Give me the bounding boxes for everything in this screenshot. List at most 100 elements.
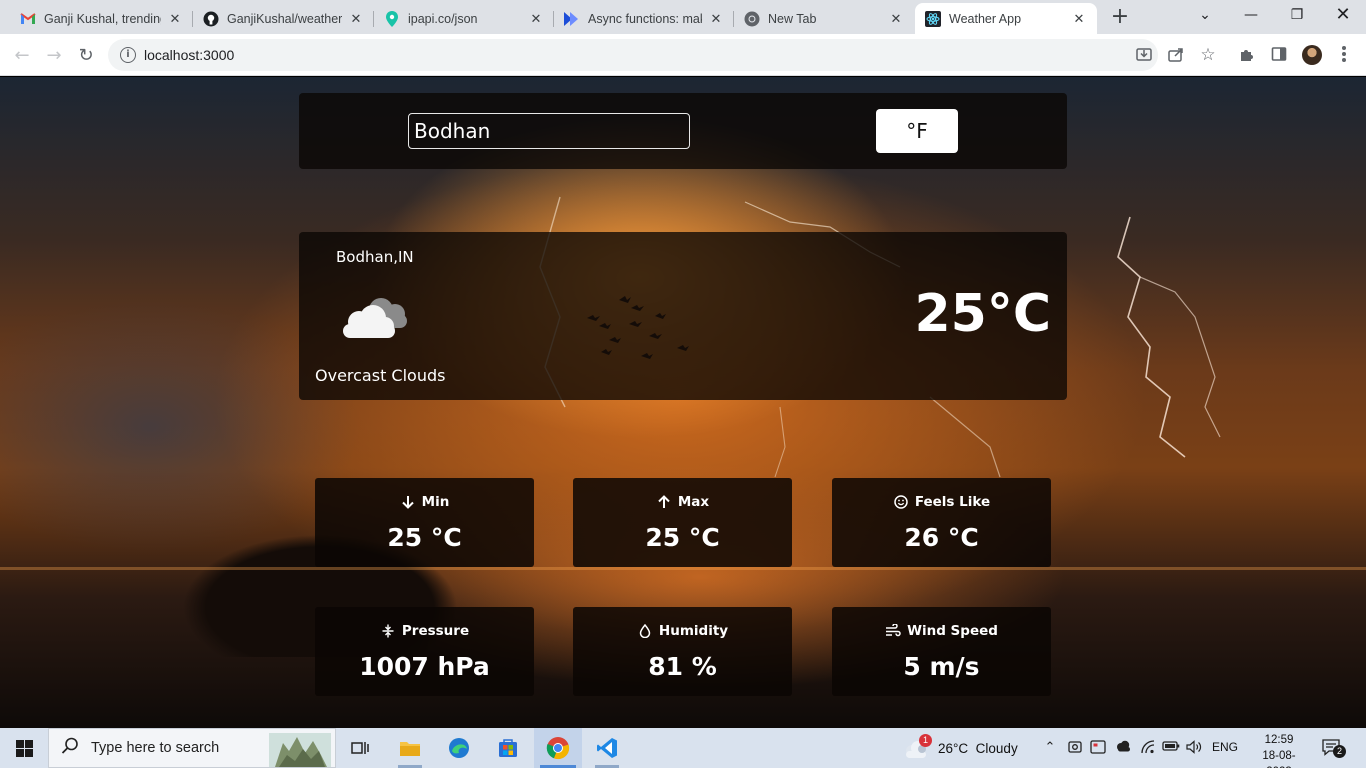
- share-icon[interactable]: [1167, 46, 1185, 64]
- search-panel: °F: [299, 93, 1067, 169]
- address-bar[interactable]: i localhost:3000: [108, 39, 1158, 71]
- camera-tray-icon[interactable]: [1067, 740, 1083, 756]
- close-window-button[interactable]: ✕: [1320, 0, 1366, 30]
- tab-ipapi[interactable]: ipapi.co/json ✕: [374, 3, 554, 34]
- stat-label-row: Pressure: [315, 623, 534, 639]
- show-hidden-icons-chevron-icon[interactable]: ⌃: [1042, 740, 1058, 756]
- notification-count-badge: 2: [1333, 745, 1346, 758]
- tab-new-tab[interactable]: New Tab ✕: [734, 3, 914, 34]
- edge-browser-icon[interactable]: [435, 728, 483, 768]
- tab-search-chevron-icon[interactable]: ⌄: [1182, 0, 1228, 30]
- tab-title: Ganji Kushal, trending: [44, 11, 161, 26]
- forward-arrow-icon[interactable]: →: [40, 42, 68, 70]
- close-icon[interactable]: ✕: [348, 11, 364, 27]
- tab-github[interactable]: GanjiKushal/weatherA ✕: [193, 3, 374, 34]
- close-icon[interactable]: ✕: [888, 11, 904, 27]
- location-label: Bodhan,IN: [336, 248, 414, 266]
- github-icon: [203, 11, 219, 27]
- tab-title: Weather App: [949, 11, 1022, 26]
- vscode-icon[interactable]: [583, 728, 631, 768]
- network-wifi-icon[interactable]: [1140, 740, 1156, 756]
- close-icon[interactable]: ✕: [167, 11, 183, 27]
- smile-icon: [893, 494, 909, 510]
- map-pin-icon: [384, 10, 400, 27]
- tab-title: New Tab: [768, 11, 817, 26]
- profile-avatar[interactable]: [1302, 45, 1322, 65]
- stat-label-row: Feels Like: [832, 494, 1051, 510]
- clock-date: 18-08-2023: [1262, 750, 1296, 768]
- reload-icon[interactable]: ↻: [72, 42, 100, 70]
- extensions-puzzle-icon[interactable]: [1238, 46, 1256, 64]
- pressure-icon: [380, 623, 396, 639]
- tab-gmail[interactable]: Ganji Kushal, trending ✕: [10, 3, 193, 34]
- restore-button[interactable]: ❐: [1274, 0, 1320, 30]
- search-highlight-art-icon: [269, 733, 331, 767]
- stat-value: 26 °C: [904, 523, 979, 552]
- stat-label: Pressure: [401, 623, 470, 639]
- microsoft-store-icon[interactable]: [484, 728, 532, 768]
- taskbar-weather-text: 26°C Cloudy: [938, 740, 1018, 756]
- stat-label-row: Humidity: [573, 623, 792, 639]
- language-indicator[interactable]: ENG: [1212, 740, 1238, 754]
- current-temperature: 25°C: [914, 284, 1051, 344]
- tab-weather-app[interactable]: Weather App ✕: [915, 3, 1097, 34]
- background-birds: [587, 296, 689, 359]
- more-menu-icon[interactable]: [1338, 44, 1350, 66]
- stat-label: Feels Like: [914, 494, 991, 510]
- windows-start-icon[interactable]: [0, 728, 48, 768]
- close-icon[interactable]: ✕: [528, 11, 544, 27]
- stat-label-row: Min: [315, 494, 534, 510]
- react-icon: [925, 10, 941, 27]
- windows-taskbar: Type here to search 1 26°C Cloudy ⌃ ENG …: [0, 728, 1366, 768]
- task-view-icon[interactable]: [336, 728, 384, 768]
- tab-title: ipapi.co/json: [408, 11, 478, 26]
- tab-mdn[interactable]: Async functions: makin ✕: [554, 3, 734, 34]
- current-weather-panel: Bodhan,IN Overcast Clouds 25°C: [299, 232, 1067, 400]
- stat-value: 1007 hPa: [359, 652, 490, 681]
- install-app-icon[interactable]: [1135, 46, 1153, 64]
- city-search-input[interactable]: [408, 113, 690, 149]
- stat-value: 25 °C: [645, 523, 720, 552]
- stat-card-max: Max 25 °C: [573, 478, 792, 567]
- taskbar-weather-widget[interactable]: 1 26°C Cloudy: [902, 728, 1018, 768]
- stat-value: 81 %: [648, 652, 717, 681]
- back-arrow-icon[interactable]: ←: [8, 42, 36, 70]
- system-clock[interactable]: 12:59 18-08-2023: [1252, 732, 1306, 768]
- weather-app-page: °F Bodhan,IN Overcast Clouds 25: [0, 77, 1366, 728]
- background-horizon: [0, 567, 1366, 570]
- minimize-button[interactable]: —: [1228, 0, 1274, 30]
- notification-center-icon[interactable]: 2: [1322, 738, 1346, 758]
- screen-capture-tray-icon[interactable]: [1090, 740, 1106, 756]
- search-icon: [61, 737, 79, 759]
- weather-alert-badge: 1: [919, 734, 932, 747]
- stat-value: 5 m/s: [903, 652, 980, 681]
- cloudy-weather-icon: 1: [902, 734, 932, 759]
- stat-label: Wind Speed: [907, 623, 998, 639]
- info-icon[interactable]: i: [120, 47, 136, 63]
- side-panel-icon[interactable]: [1270, 46, 1288, 64]
- volume-speaker-icon[interactable]: [1186, 740, 1202, 756]
- unit-toggle-button[interactable]: °F: [876, 109, 958, 153]
- file-explorer-icon[interactable]: [386, 728, 434, 768]
- gmail-icon: [20, 11, 36, 27]
- stat-label: Max: [677, 494, 710, 510]
- battery-icon[interactable]: [1162, 740, 1180, 756]
- arrow-down-icon: [400, 494, 416, 510]
- taskbar-search-box[interactable]: Type here to search: [48, 728, 336, 768]
- stat-card-humidity: Humidity 81 %: [573, 607, 792, 696]
- stat-label-row: Max: [573, 494, 792, 510]
- stat-card-feels-like: Feels Like 26 °C: [832, 478, 1051, 567]
- clock-time: 12:59: [1264, 734, 1294, 746]
- new-tab-button[interactable]: +: [1108, 5, 1132, 29]
- tab-title: Async functions: makin: [588, 11, 702, 26]
- wind-icon: [885, 623, 901, 639]
- weather-description: Overcast Clouds: [315, 366, 446, 385]
- close-icon[interactable]: ✕: [1071, 11, 1087, 27]
- browser-tab-strip: Ganji Kushal, trending ✕ GanjiKushal/wea…: [0, 0, 1366, 34]
- droplet-icon: [637, 623, 653, 639]
- close-icon[interactable]: ✕: [708, 11, 724, 27]
- onedrive-cloud-icon[interactable]: [1115, 740, 1131, 756]
- mdn-icon: [564, 11, 580, 27]
- bookmark-star-icon[interactable]: ☆: [1199, 46, 1217, 64]
- chrome-taskbar-icon[interactable]: [534, 728, 582, 768]
